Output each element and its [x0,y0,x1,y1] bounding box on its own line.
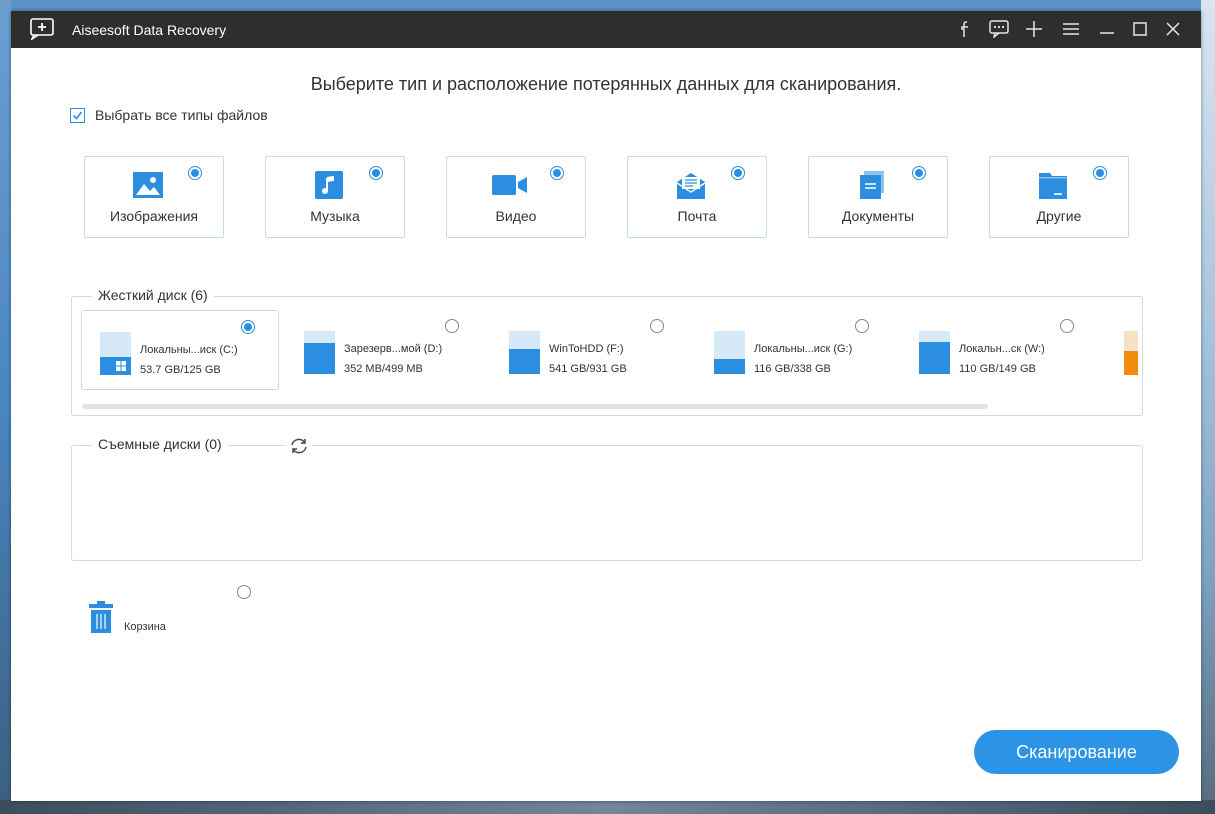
file-type-video[interactable]: Видео [446,156,586,238]
drive-usage-fill [304,343,335,374]
music-icon [315,171,343,199]
checkmark-icon [72,111,83,120]
drive-g[interactable]: Локальны...иск (G:) 116 GB/338 GB [696,310,892,388]
windows-icon [116,361,126,371]
file-type-label: Изображения [110,208,198,224]
video-icon [492,175,527,195]
drive-size: 116 GB/338 GB [754,363,831,375]
plus-icon [1026,21,1042,37]
file-type-label: Видео [495,208,537,224]
maximize-button[interactable] [1128,17,1152,41]
file-type-other[interactable]: Другие [989,156,1129,238]
drive-usage-fill [1124,351,1138,375]
drive-partial-icon [1124,331,1138,375]
drive-icon [304,331,335,374]
file-type-radio[interactable] [550,166,564,180]
drive-size: 110 GB/149 GB [959,363,1036,375]
file-type-radio[interactable] [1093,166,1107,180]
maximize-icon [1133,22,1147,36]
refresh-button[interactable] [286,436,312,456]
facebook-icon [961,21,968,37]
folder-icon [1039,173,1067,199]
app-window: Aiseesoft Data Recovery Выберите тип и р… [11,11,1201,801]
removable-disk-section: Съемные диски (0) [71,436,1143,561]
trash-icon [89,601,113,633]
drive-c[interactable]: Локальны...иск (C:) 53.7 GB/125 GB [81,310,279,390]
page-heading: Выберите тип и расположение потерянных д… [310,74,902,94]
drive-radio[interactable] [1060,319,1074,333]
file-type-radio[interactable] [731,166,745,180]
drive-name: Локальны...иск (C:) [140,344,238,356]
file-type-music[interactable]: Музыка [265,156,405,238]
file-type-label: Другие [1036,208,1082,224]
add-button[interactable] [1022,17,1046,41]
image-icon [133,172,163,198]
desktop-background [0,0,11,814]
minimize-icon [1100,32,1114,34]
file-type-radio[interactable] [369,166,383,180]
drive-f[interactable]: WinToHDD (F:) 541 GB/931 GB [491,310,687,388]
hard-disk-title: Жесткий диск (6) [92,287,214,303]
feedback-icon [989,20,1009,38]
drive-size: 352 MB/499 MB [344,363,423,375]
drive-name: Зарезерв...мой (D:) [344,343,443,355]
file-type-label: Документы [841,208,915,224]
recycle-bin-radio[interactable] [237,585,251,599]
close-icon [1166,22,1180,36]
scan-button[interactable]: Сканирование [974,730,1179,774]
file-type-radio[interactable] [912,166,926,180]
drive-usage-fill [714,359,745,374]
drive-d[interactable]: Зарезерв...мой (D:) 352 MB/499 MB [286,310,482,388]
mail-icon [676,173,706,199]
drive-radio[interactable] [241,320,255,334]
drive-icon [509,331,540,374]
file-type-radio[interactable] [188,166,202,180]
file-type-mail[interactable]: Почта [627,156,767,238]
drive-radio[interactable] [650,319,664,333]
document-icon [860,171,884,199]
drive-usage-fill [509,349,540,374]
drive-name: Локальн...ск (W:) [959,343,1045,355]
drive-icon [100,332,131,375]
select-all-label: Выбрать все типы файлов [95,107,268,123]
file-type-documents[interactable]: Документы [808,156,948,238]
app-logo-icon [30,18,54,40]
drive-icon [919,331,950,374]
recycle-bin-label: Корзина [124,621,166,633]
horizontal-scrollbar[interactable] [82,404,988,409]
file-type-label: Почта [677,208,717,224]
feedback-button[interactable] [987,17,1011,41]
facebook-button[interactable] [953,17,977,41]
drive-w[interactable]: Локальн...ск (W:) 110 GB/149 GB [901,310,1097,388]
drive-size: 53.7 GB/125 GB [140,364,221,376]
drive-usage-fill [919,342,950,374]
drive-name: Локальны...иск (G:) [754,343,853,355]
file-type-label: Музыка [310,208,360,224]
checkbox-box[interactable] [70,107,85,123]
drive-name: WinToHDD (F:) [549,343,624,355]
menu-icon [1063,23,1079,35]
file-type-images[interactable]: Изображения [84,156,224,238]
drive-size: 541 GB/931 GB [549,363,627,375]
menu-button[interactable] [1059,17,1083,41]
title-bar: Aiseesoft Data Recovery [11,11,1201,48]
drive-radio[interactable] [445,319,459,333]
app-title: Aiseesoft Data Recovery [72,22,227,38]
hard-disk-section: Жесткий диск (6) Локальны...иск (C:) 53.… [71,287,1143,416]
minimize-button[interactable] [1095,17,1119,41]
drive-icon [714,331,745,374]
select-all-checkbox[interactable]: Выбрать все типы файлов [70,107,268,123]
desktop-background-bottom [0,800,1215,814]
desktop-background-right [1201,0,1215,814]
removable-disk-title: Съемные диски (0) [92,436,228,452]
drive-radio[interactable] [855,319,869,333]
file-types-row: Изображения Музыка Видео Почта Документы… [84,156,1144,238]
close-button[interactable] [1161,17,1185,41]
refresh-icon [291,438,307,454]
